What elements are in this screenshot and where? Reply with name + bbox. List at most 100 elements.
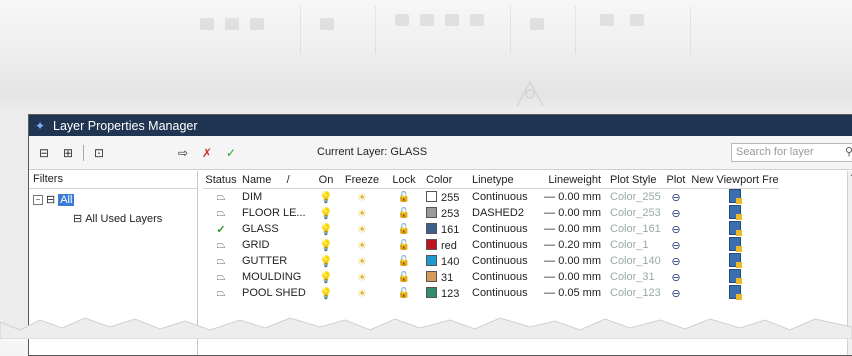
sun-icon[interactable]: ☀ [357, 224, 367, 236]
cell-linetype[interactable]: Continuous [469, 191, 535, 203]
layer-states-icon[interactable]: ⊡ [90, 145, 108, 161]
cell-status[interactable]: ⏢ [203, 207, 239, 220]
cell-new-vp-freeze[interactable] [691, 236, 779, 254]
cell-lock[interactable]: 🔓 [385, 287, 423, 299]
layer-row[interactable]: ✓ GLASS 💡 ☀ 🔓 161 Continuous — 0.00 mm Color_161… [203, 220, 779, 237]
cell-lineweight[interactable]: — 0.00 mm [535, 271, 607, 283]
cell-status[interactable]: ⏢ [203, 239, 239, 252]
col-plot-style[interactable]: Plot Style [607, 174, 661, 186]
search-icon[interactable]: ⚲ [845, 145, 852, 158]
unlock-icon[interactable]: 🔓 [398, 288, 410, 299]
cell-color[interactable]: 31 [423, 270, 469, 284]
viewport-freeze-icon[interactable] [729, 204, 742, 220]
cell-freeze[interactable]: ☀ [339, 191, 385, 204]
cell-lineweight[interactable]: — 0.00 mm [535, 207, 607, 219]
search-layer-input[interactable]: Search for layer ⚲ [731, 143, 852, 162]
cell-new-vp-freeze[interactable] [691, 284, 779, 302]
sun-icon[interactable]: ☀ [357, 288, 367, 300]
cell-status[interactable]: ✓ [203, 223, 239, 236]
cell-new-vp-freeze[interactable] [691, 204, 779, 222]
cell-lock[interactable]: 🔓 [385, 223, 423, 235]
filter-all-label[interactable]: All [58, 193, 75, 206]
cell-color[interactable]: 161 [423, 222, 469, 236]
cell-lock[interactable]: 🔓 [385, 207, 423, 219]
cell-name[interactable]: FLOOR LE... [239, 207, 313, 219]
cell-status[interactable]: ⏢ [203, 191, 239, 204]
viewport-freeze-icon[interactable] [729, 236, 742, 252]
cell-linetype[interactable]: Continuous [469, 223, 535, 235]
col-freeze[interactable]: Freeze [339, 174, 385, 186]
cell-on[interactable]: 💡 [313, 287, 339, 300]
cell-linetype[interactable]: DASHED2 [469, 207, 535, 219]
cell-freeze[interactable]: ☀ [339, 271, 385, 284]
lightbulb-icon[interactable]: 💡 [319, 224, 333, 236]
cell-linetype[interactable]: Continuous [469, 271, 535, 283]
cell-on[interactable]: 💡 [313, 255, 339, 268]
col-color[interactable]: Color [423, 174, 469, 186]
cell-freeze[interactable]: ☀ [339, 287, 385, 300]
unlock-icon[interactable]: 🔓 [398, 272, 410, 283]
unlock-icon[interactable]: 🔓 [398, 256, 410, 267]
cell-plot[interactable]: ⊖ [661, 223, 691, 236]
cell-freeze[interactable]: ☀ [339, 207, 385, 220]
cell-lineweight[interactable]: — 0.00 mm [535, 255, 607, 267]
filter-tree-root[interactable]: − ⊟ All [33, 193, 75, 206]
cell-on[interactable]: 💡 [313, 271, 339, 284]
cell-freeze[interactable]: ☀ [339, 223, 385, 236]
title-bar[interactable]: ✦ Layer Properties Manager [29, 115, 852, 136]
cell-freeze[interactable]: ☀ [339, 255, 385, 268]
unlock-icon[interactable]: 🔓 [398, 192, 410, 203]
new-property-filter-icon[interactable]: ⊟ [35, 145, 53, 161]
col-lineweight[interactable]: Lineweight [535, 174, 607, 186]
cell-color[interactable]: 140 [423, 254, 469, 268]
cell-plot[interactable]: ⊖ [661, 191, 691, 204]
printer-icon[interactable]: ⊖ [671, 240, 680, 252]
viewport-freeze-icon[interactable] [729, 188, 742, 204]
sun-icon[interactable]: ☀ [357, 208, 367, 220]
layer-row[interactable]: ⏢ FLOOR LE... 💡 ☀ 🔓 253 DASHED2— 0.00 mm Color_… [203, 204, 779, 222]
cell-name[interactable]: GLASS [239, 223, 313, 235]
cell-linetype[interactable]: Continuous [469, 239, 535, 251]
col-linetype[interactable]: Linetype [469, 174, 535, 186]
cell-on[interactable]: 💡 [313, 207, 339, 220]
printer-icon[interactable]: ⊖ [671, 256, 680, 268]
lightbulb-icon[interactable]: 💡 [319, 208, 333, 220]
scroll-up-icon[interactable]: ▲ [848, 171, 852, 178]
col-new-vp-freeze[interactable]: New Viewport Fre [691, 174, 779, 186]
lightbulb-icon[interactable]: 💡 [319, 272, 333, 284]
viewport-freeze-icon[interactable] [729, 220, 742, 236]
layer-row[interactable]: ⏢ POOL SHED 💡 ☀ 🔓 123 Continuous — 0.05 mm Color… [203, 284, 779, 302]
lightbulb-icon[interactable]: 💡 [319, 256, 333, 268]
cell-name[interactable]: POOL SHED [239, 287, 313, 299]
unlock-icon[interactable]: 🔓 [398, 208, 410, 219]
cell-color[interactable]: red [423, 238, 469, 252]
layer-row[interactable]: ⏢ GRID 💡 ☀ 🔓 red Continuous — 0.20 mm Color_1 ⊖ [203, 236, 779, 254]
delete-layer-icon[interactable]: ✗ [198, 145, 216, 161]
layer-row[interactable]: ⏢ MOULDING 💡 ☀ 🔓 31 Continuous — 0.00 mm Color_3… [203, 268, 779, 286]
printer-icon[interactable]: ⊖ [671, 224, 680, 236]
collapse-icon[interactable]: − [33, 194, 43, 205]
filter-tree-child[interactable]: ⊟ All Used Layers [53, 212, 162, 226]
printer-icon[interactable]: ⊖ [671, 272, 680, 284]
cell-lock[interactable]: 🔓 [385, 255, 423, 267]
cell-freeze[interactable]: ☀ [339, 239, 385, 252]
new-group-filter-icon[interactable]: ⊞ [59, 145, 77, 161]
printer-icon[interactable]: ⊖ [671, 288, 680, 300]
cell-name[interactable]: GUTTER [239, 255, 313, 267]
printer-icon[interactable]: ⊖ [671, 192, 680, 204]
unlock-icon[interactable]: 🔓 [398, 240, 410, 251]
viewport-freeze-icon[interactable] [729, 252, 742, 268]
sun-icon[interactable]: ☀ [357, 272, 367, 284]
cell-name[interactable]: MOULDING [239, 271, 313, 283]
cell-plot[interactable]: ⊖ [661, 271, 691, 284]
set-current-icon[interactable]: ✓ [222, 145, 240, 161]
sun-icon[interactable]: ☀ [357, 240, 367, 252]
cell-on[interactable]: 💡 [313, 223, 339, 236]
cell-plot[interactable]: ⊖ [661, 207, 691, 220]
cell-lock[interactable]: 🔓 [385, 191, 423, 203]
viewport-freeze-icon[interactable] [729, 268, 742, 284]
layer-row[interactable]: ⏢ DIM 💡 ☀ 🔓 255 Continuous — 0.00 mm Color_255 ⊖ [203, 188, 779, 205]
cell-new-vp-freeze[interactable] [691, 268, 779, 286]
viewport-freeze-icon[interactable] [729, 284, 742, 300]
printer-icon[interactable]: ⊖ [671, 208, 680, 220]
